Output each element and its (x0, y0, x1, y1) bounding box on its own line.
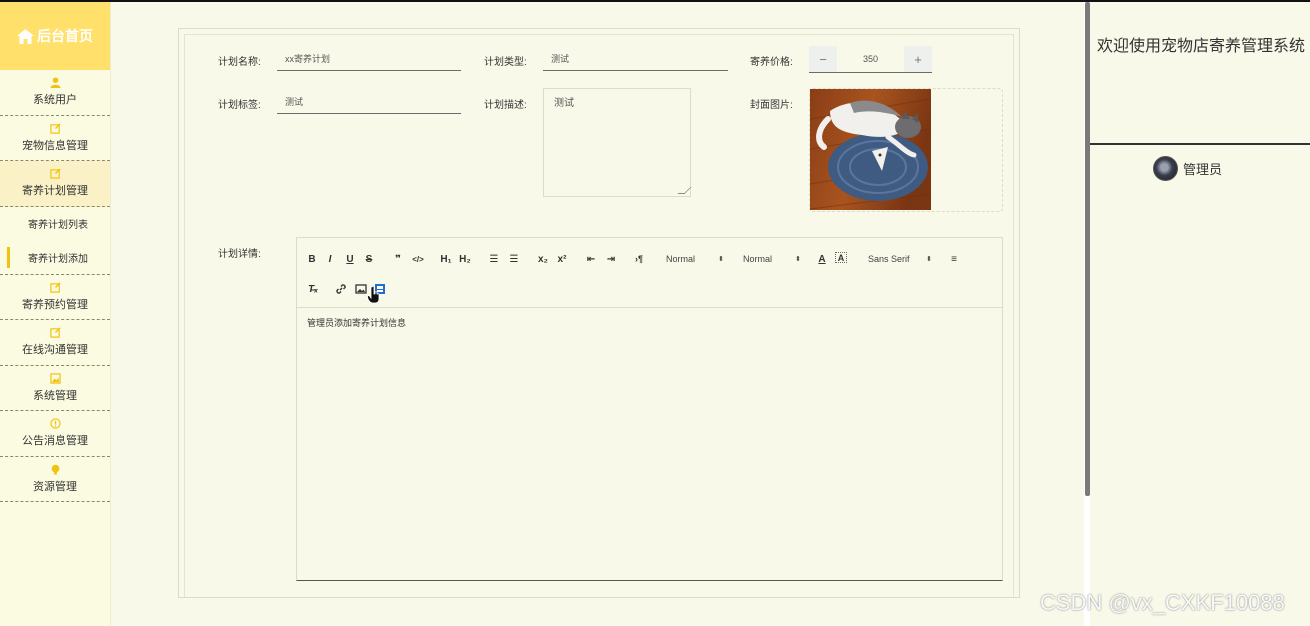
updown-caret-icon: ⬍ (718, 256, 724, 263)
sidebar-item-users[interactable]: 系统用户 (0, 70, 110, 116)
right-panel (1090, 2, 1310, 626)
home-title: 后台首页 (37, 28, 93, 44)
sidebar-item-pet-info[interactable]: 宠物信息管理 (0, 116, 110, 161)
sidebar-item-plan[interactable]: 寄养计划管理 (0, 161, 110, 207)
plan-detail-label: 计划详情: (218, 249, 261, 260)
avatar[interactable] (1153, 156, 1178, 181)
subscript-button[interactable]: x₂ (536, 252, 550, 266)
font-color-icon[interactable]: A (816, 252, 828, 266)
sidebar-item-label: 寄养计划管理 (22, 185, 88, 198)
italic-button[interactable]: I (324, 252, 336, 266)
price-stepper: − 350 + (809, 46, 932, 73)
welcome-text: 欢迎使用宠物店寄养管理系统 (1096, 38, 1305, 55)
right-divider (1090, 143, 1310, 145)
price-label: 寄养价格: (750, 57, 793, 68)
sidebar-subitem-label: 寄养计划添加 (28, 253, 88, 265)
sidebar-item-notice[interactable]: 公告消息管理 (0, 411, 110, 457)
plan-tag-input[interactable]: 测试 (277, 90, 461, 114)
header2-button[interactable]: H₂ (458, 252, 472, 266)
info-circle-icon (49, 418, 61, 429)
plan-type-label: 计划类型: (484, 57, 527, 68)
edit-icon (49, 123, 61, 134)
superscript-button[interactable]: x² (555, 252, 569, 266)
sidebar-subitem-plan-add[interactable]: 寄养计划添加 (0, 240, 110, 275)
sidebar-item-resource[interactable]: 资源管理 (0, 457, 110, 502)
watermark: CSDN @vx_CXKF10088 (1040, 590, 1285, 615)
sidebar-item-label: 宠物信息管理 (22, 139, 88, 152)
updown-caret-icon: ⬍ (795, 256, 801, 263)
bullet-list-icon[interactable]: ☰ (507, 252, 521, 266)
plan-tag-label: 计划标签: (218, 100, 261, 111)
editor-toolbar: B I U S ❞ </> H₁ H₂ ☰ ☰ x₂ x² ⇤ ⇥ ›¶ Nor… (297, 238, 1002, 308)
size-picker-value: Normal (743, 254, 773, 264)
size-picker[interactable]: Normal ⬍ (743, 252, 801, 266)
picture-icon (49, 373, 61, 384)
header1-button[interactable]: H₁ (439, 252, 453, 266)
blockquote-button[interactable]: ❞ (392, 252, 404, 266)
header-picker[interactable]: Normal ⬍ (666, 252, 724, 266)
direction-rtl-icon[interactable]: ›¶ (632, 252, 646, 266)
sidebar-item-label: 公告消息管理 (22, 435, 88, 448)
price-increase-button[interactable]: + (904, 46, 932, 72)
edit-icon (49, 168, 61, 179)
sidebar: 后台首页 系统用户 宠物信息管理 寄养计划管理 寄养计划列表 寄养计划添加 寄养… (0, 2, 111, 626)
header-picker-value: Normal (666, 254, 696, 264)
price-decrease-button[interactable]: − (809, 46, 837, 72)
font-picker[interactable]: Sans Serif ⬍ (868, 252, 932, 266)
bulb-icon (51, 464, 59, 475)
outdent-icon[interactable]: ⇤ (584, 252, 598, 266)
editor-content-text: 管理员添加寄养计划信息 (307, 318, 407, 328)
indent-icon[interactable]: ⇥ (604, 252, 618, 266)
user-name: 管理员 (1183, 162, 1223, 177)
edit-icon (49, 327, 61, 338)
sidebar-item-label: 系统管理 (33, 389, 77, 402)
plan-name-label: 计划名称: (218, 57, 261, 68)
align-left-icon[interactable]: ≡ (947, 252, 961, 266)
plan-desc-label: 计划描述: (484, 100, 527, 111)
sidebar-item-label: 资源管理 (33, 480, 77, 493)
sidebar-item-chat[interactable]: 在线沟通管理 (0, 320, 110, 366)
code-block-button[interactable]: </> (411, 252, 425, 266)
background-color-icon[interactable]: A (835, 252, 847, 263)
cat-photo (810, 89, 931, 210)
sidebar-subitem-label: 寄养计划列表 (28, 220, 88, 231)
home-icon (17, 28, 34, 44)
cover-image[interactable] (810, 89, 931, 210)
user-menu[interactable]: 管理员 (1153, 156, 1222, 181)
font-picker-value: Sans Serif (868, 254, 910, 264)
plan-name-input[interactable]: xx寄养计划 (277, 47, 461, 71)
cover-label: 封面图片: (750, 100, 793, 111)
underline-button[interactable]: U (344, 252, 356, 266)
image-icon[interactable] (355, 283, 367, 295)
price-input[interactable]: 350 (837, 46, 904, 72)
home-link[interactable]: 后台首页 (0, 2, 110, 70)
plan-desc-textarea[interactable]: 测试 (543, 88, 692, 197)
sidebar-item-booking[interactable]: 寄养预约管理 (0, 275, 110, 320)
plan-desc-value: 测试 (554, 98, 574, 109)
plan-type-input[interactable]: 测试 (543, 47, 728, 71)
editor-content[interactable]: 管理员添加寄养计划信息 (297, 308, 1002, 337)
sidebar-item-label: 寄养预约管理 (22, 298, 88, 311)
pointer-cursor-icon (367, 286, 380, 304)
sidebar-item-system[interactable]: 系统管理 (0, 366, 110, 411)
ordered-list-icon[interactable]: ☰ (487, 252, 501, 266)
sidebar-item-label: 系统用户 (33, 94, 77, 107)
user-icon (49, 77, 61, 89)
sidebar-item-label: 在线沟通管理 (22, 344, 88, 357)
strike-button[interactable]: S (363, 252, 375, 266)
bold-button[interactable]: B (306, 252, 318, 266)
resize-handle-icon[interactable] (677, 187, 692, 194)
sidebar-subitem-plan-list[interactable]: 寄养计划列表 (0, 206, 110, 241)
clean-format-icon[interactable]: T̶ₓ (306, 282, 320, 296)
edit-icon (49, 282, 61, 293)
rich-text-editor: B I U S ❞ </> H₁ H₂ ☰ ☰ x₂ x² ⇤ ⇥ ›¶ Nor… (296, 237, 1003, 581)
link-icon[interactable] (335, 283, 347, 295)
updown-caret-icon: ⬍ (926, 256, 932, 263)
